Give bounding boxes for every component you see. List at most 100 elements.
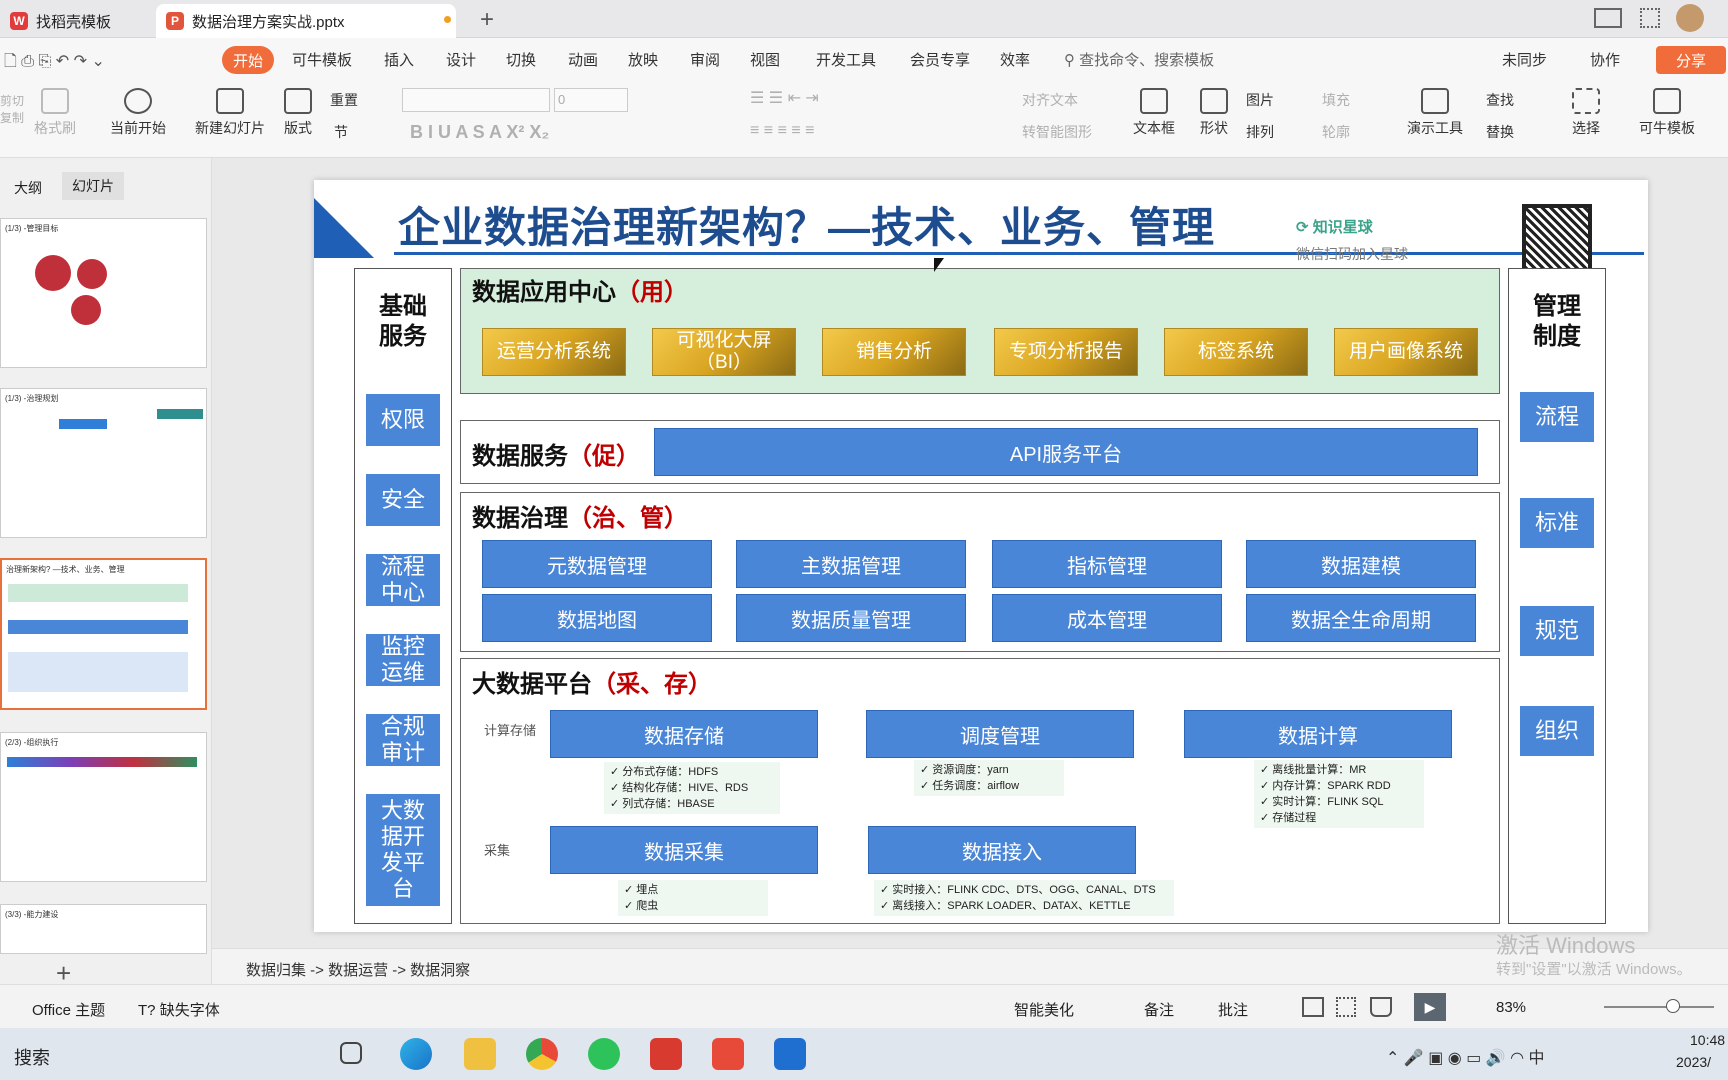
layout-icon[interactable] xyxy=(1594,8,1622,28)
right-item-spec[interactable]: 规范 xyxy=(1520,606,1594,656)
notes-text[interactable]: 数据归集 -> 数据运营 -> 数据洞察 xyxy=(246,959,470,980)
app-item-report[interactable]: 专项分析报告 xyxy=(994,328,1138,376)
gov-item-map[interactable]: 数据地图 xyxy=(482,594,712,642)
wps-icon[interactable] xyxy=(650,1038,682,1070)
zoom-slider[interactable] xyxy=(1604,1006,1714,1008)
comment-button[interactable]: 批注 xyxy=(1218,999,1248,1020)
zoom-slider-handle[interactable] xyxy=(1666,999,1680,1013)
slide-thumb[interactable]: (1/3) -管理目标 xyxy=(0,218,207,368)
new-slide-button[interactable]: 新建幻灯片 xyxy=(190,88,270,138)
menu-review[interactable]: 审阅 xyxy=(690,49,720,70)
outline-button[interactable]: 轮廓 xyxy=(1322,122,1350,142)
gov-item-metadata[interactable]: 元数据管理 xyxy=(482,540,712,588)
quick-access-icons[interactable]: 🗋 ⎙ ⎘ ↶ ↷ ⌄ xyxy=(4,50,105,77)
template-button[interactable]: 可牛模板 xyxy=(1632,88,1702,138)
menu-template[interactable]: 可牛模板 xyxy=(292,49,352,70)
wechat-icon[interactable] xyxy=(588,1038,620,1070)
fill-button[interactable]: 填充 xyxy=(1322,90,1350,110)
replace-button[interactable]: 替换 xyxy=(1486,122,1514,142)
sync-status[interactable]: 未同步 xyxy=(1502,49,1547,70)
collab-button[interactable]: 协作 xyxy=(1590,49,1620,70)
share-button[interactable]: 分享 xyxy=(1656,46,1726,74)
platform-schedule[interactable]: 调度管理 xyxy=(866,710,1134,758)
font-family-select[interactable] xyxy=(402,88,550,112)
gov-item-modeling[interactable]: 数据建模 xyxy=(1246,540,1476,588)
reset-button[interactable]: 重置 xyxy=(330,90,358,110)
play-slideshow-icon[interactable]: ▶ xyxy=(1414,993,1446,1021)
image-button[interactable]: 图片 xyxy=(1246,90,1274,110)
slide-thumb[interactable]: (2/3) -组织执行 xyxy=(0,732,207,882)
menu-view[interactable]: 视图 xyxy=(750,49,780,70)
slide-thumb-active[interactable]: 治理新架构? —技术、业务、管理 xyxy=(0,558,207,710)
slide-thumb[interactable]: (3/3) -能力建设 xyxy=(0,904,207,954)
normal-view-icon[interactable] xyxy=(1302,997,1324,1017)
tab-template-store[interactable]: W 找稻壳模板 xyxy=(0,4,150,38)
menu-member[interactable]: 会员专享 xyxy=(910,49,970,70)
task-view-icon[interactable] xyxy=(340,1042,362,1064)
avatar[interactable] xyxy=(1676,4,1704,32)
play-current-button[interactable]: 当前开始 xyxy=(98,88,178,138)
app-item-tag[interactable]: 标签系统 xyxy=(1164,328,1308,376)
right-item-process[interactable]: 流程 xyxy=(1520,392,1594,442)
menu-design[interactable]: 设计 xyxy=(446,49,476,70)
tab-document[interactable]: P 数据治理方案实战.pptx xyxy=(156,4,456,38)
right-item-standard[interactable]: 标准 xyxy=(1520,498,1594,548)
platform-ingest[interactable]: 数据接入 xyxy=(868,826,1136,874)
command-search[interactable]: ⚲ 查找命令、搜索模板 xyxy=(1064,49,1214,70)
gov-item-lifecycle[interactable]: 数据全生命周期 xyxy=(1246,594,1476,642)
align-buttons[interactable]: ≡ ≡ ≡ ≡ ≡ xyxy=(750,122,814,140)
file-explorer-icon[interactable] xyxy=(464,1038,496,1070)
menu-insert[interactable]: 插入 xyxy=(384,49,414,70)
tab-slides[interactable]: 幻灯片 xyxy=(62,172,124,200)
platform-collect[interactable]: 数据采集 xyxy=(550,826,818,874)
menu-efficiency[interactable]: 效率 xyxy=(1000,49,1030,70)
menu-animation[interactable]: 动画 xyxy=(568,49,598,70)
reading-view-icon[interactable] xyxy=(1370,997,1392,1017)
arrange-button[interactable]: 排列 xyxy=(1246,122,1274,142)
left-item-process-center[interactable]: 流程 中心 xyxy=(366,554,440,606)
shape-button[interactable]: 形状 xyxy=(1190,88,1238,138)
left-item-permission[interactable]: 权限 xyxy=(366,394,440,446)
sorter-view-icon[interactable] xyxy=(1336,997,1356,1017)
font-style-buttons[interactable]: B I U A S A X² X₂ xyxy=(410,122,549,143)
menu-transition[interactable]: 切换 xyxy=(506,49,536,70)
font-size-select[interactable]: 0 xyxy=(554,88,628,112)
system-tray-icons[interactable]: ⌃ 🎤 ▣ ◉ ▭ 🔊 ◠ 中 xyxy=(1386,1044,1545,1068)
beautify-button[interactable]: 智能美化 xyxy=(1014,999,1074,1020)
present-tool-button[interactable]: 演示工具 xyxy=(1400,88,1470,138)
wps-presentation-icon[interactable] xyxy=(712,1038,744,1070)
left-item-security[interactable]: 安全 xyxy=(366,474,440,526)
api-platform[interactable]: API服务平台 xyxy=(654,428,1478,476)
menu-slideshow[interactable]: 放映 xyxy=(628,49,658,70)
app-item-portrait[interactable]: 用户画像系统 xyxy=(1334,328,1478,376)
slide-title[interactable]: 企业数据治理新架构？—技术、业务、管理 xyxy=(398,194,1215,255)
textbox-button[interactable]: 文本框 xyxy=(1126,88,1182,138)
left-item-monitoring[interactable]: 监控 运维 xyxy=(366,634,440,686)
gov-item-master[interactable]: 主数据管理 xyxy=(736,540,966,588)
menu-home[interactable]: 开始 xyxy=(222,46,274,74)
notes-button[interactable]: 备注 xyxy=(1144,999,1174,1020)
find-button[interactable]: 查找 xyxy=(1486,90,1514,110)
right-item-organization[interactable]: 组织 xyxy=(1520,706,1594,756)
left-item-compliance[interactable]: 合规 审计 xyxy=(366,714,440,766)
platform-storage[interactable]: 数据存储 xyxy=(550,710,818,758)
tab-outline[interactable]: 大纲 xyxy=(14,178,42,198)
layout-button[interactable]: 版式 xyxy=(278,88,318,138)
missing-font-button[interactable]: T? 缺失字体 xyxy=(138,999,220,1020)
zoom-level[interactable]: 83% xyxy=(1496,999,1526,1016)
platform-compute[interactable]: 数据计算 xyxy=(1184,710,1452,758)
gov-item-quality[interactable]: 数据质量管理 xyxy=(736,594,966,642)
menu-developer[interactable]: 开发工具 xyxy=(816,49,876,70)
select-button[interactable]: 选择 xyxy=(1566,88,1606,138)
new-tab-button[interactable]: + xyxy=(480,6,494,34)
paragraph-buttons[interactable]: ☰ ☰ ⇤ ⇥ xyxy=(750,88,819,108)
left-item-bigdata-dev[interactable]: 大数 据开 发平 台 xyxy=(366,794,440,906)
app-item-bi[interactable]: 可视化大屏 （BI） xyxy=(652,328,796,376)
format-painter-button[interactable]: 格式刷 xyxy=(30,88,80,138)
section-button[interactable]: 节 xyxy=(334,122,348,142)
app-item-sales[interactable]: 销售分析 xyxy=(822,328,966,376)
cut-button[interactable]: 剪切 复制 xyxy=(0,92,24,126)
gov-item-metric[interactable]: 指标管理 xyxy=(992,540,1222,588)
align-text-button[interactable]: 对齐文本 xyxy=(1022,90,1078,110)
slide[interactable]: 企业数据治理新架构？—技术、业务、管理 ⟳ 知识星球 微信扫码加入星球 基础 服… xyxy=(314,180,1648,932)
